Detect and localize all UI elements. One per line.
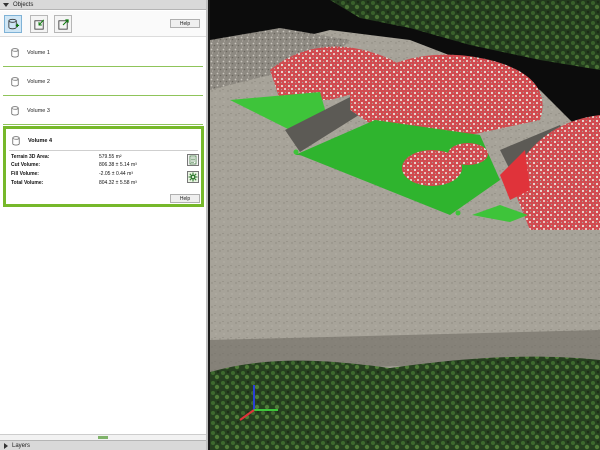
selected-volume-card[interactable]: Volume 4 Terrain 3D Area: 579.55 m² Cut … bbox=[3, 126, 204, 207]
row-key: Terrain 3D Area: bbox=[11, 154, 50, 160]
report-document-icon bbox=[189, 155, 197, 165]
export-volume-icon bbox=[57, 18, 69, 30]
splitter-grip-icon[interactable] bbox=[98, 436, 108, 439]
objects-toolbar: Help bbox=[0, 11, 206, 37]
fill-marker bbox=[293, 149, 299, 155]
layers-panel-header[interactable]: Layers bbox=[0, 440, 206, 450]
volume-label: Volume 2 bbox=[27, 78, 50, 85]
volume-list-item[interactable]: Volume 1 bbox=[3, 39, 203, 67]
expand-triangle-icon[interactable] bbox=[4, 442, 8, 449]
terrain-area-row: Terrain 3D Area: 579.55 m² bbox=[11, 154, 181, 162]
selected-volume-label: Volume 4 bbox=[28, 138, 53, 144]
import-volume-button[interactable] bbox=[30, 15, 48, 33]
fill-volume-row: Fill Volume: -2.05 ± 0.44 m³ bbox=[11, 171, 181, 179]
import-volume-icon bbox=[33, 19, 44, 30]
volume-label: Volume 1 bbox=[27, 49, 50, 56]
total-volume-row: Total Volume: 804.32 ± 5.58 m³ bbox=[11, 180, 181, 188]
row-key: Fill Volume: bbox=[11, 171, 39, 177]
settings-button[interactable] bbox=[187, 171, 199, 183]
objects-panel-title: Objects bbox=[13, 1, 34, 8]
row-value: -2.05 ± 0.44 m³ bbox=[99, 171, 133, 177]
export-volume-button[interactable] bbox=[54, 15, 72, 33]
volume-list-item[interactable]: Volume 3 bbox=[3, 97, 203, 125]
collapse-triangle-icon[interactable] bbox=[3, 2, 9, 7]
new-volume-icon bbox=[7, 18, 19, 29]
volume-cylinder-icon bbox=[11, 76, 19, 86]
help-button[interactable]: Help bbox=[170, 19, 200, 28]
volume-cylinder-icon bbox=[11, 47, 19, 57]
3d-viewport[interactable] bbox=[210, 0, 600, 450]
layers-panel-title: Layers bbox=[12, 442, 31, 449]
foliage-bottom bbox=[210, 356, 600, 450]
cut-pile-small bbox=[448, 143, 488, 165]
point-cloud-scene[interactable] bbox=[210, 0, 600, 450]
objects-panel-header[interactable]: Objects bbox=[0, 0, 206, 10]
new-volume-button[interactable] bbox=[4, 15, 22, 33]
cut-volume-row: Cut Volume: 806.38 ± 5.14 m³ bbox=[11, 162, 181, 170]
volume-cylinder-icon bbox=[11, 105, 19, 115]
row-value: 579.55 m² bbox=[99, 154, 122, 160]
fill-marker bbox=[455, 210, 461, 216]
selected-volume-header: Volume 4 bbox=[12, 136, 52, 146]
card-divider bbox=[9, 150, 198, 151]
row-key: Cut Volume: bbox=[11, 162, 41, 168]
gear-icon bbox=[188, 172, 198, 182]
volume-help-button[interactable]: Help bbox=[170, 194, 200, 203]
volume-cylinder-icon bbox=[12, 136, 20, 146]
row-value: 806.38 ± 5.14 m³ bbox=[99, 162, 137, 168]
volume-list-item[interactable]: Volume 2 bbox=[3, 68, 203, 96]
row-value: 804.32 ± 5.58 m³ bbox=[99, 180, 137, 186]
row-key: Total Volume: bbox=[11, 180, 44, 186]
report-button[interactable] bbox=[187, 154, 199, 166]
objects-panel: Objects Help Volume 1 Volume 2 Volume 3 … bbox=[0, 0, 208, 450]
volume-label: Volume 3 bbox=[27, 107, 50, 114]
